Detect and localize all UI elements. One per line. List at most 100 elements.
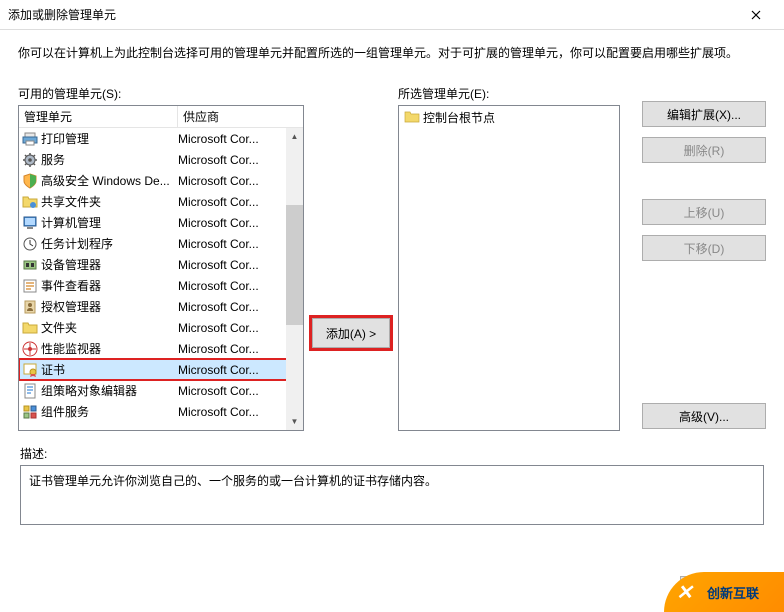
list-item[interactable]: 高级安全 Windows De...Microsoft Cor... (19, 170, 303, 191)
policy-icon (22, 383, 38, 399)
item-name: 组策略对象编辑器 (41, 382, 178, 399)
list-item[interactable]: 服务Microsoft Cor... (19, 149, 303, 170)
move-down-button[interactable]: 下移(D) (642, 235, 766, 261)
item-name: 证书 (41, 361, 178, 378)
scroll-track[interactable] (286, 145, 303, 413)
add-button[interactable]: 添加(A) > (312, 318, 390, 348)
col-header-vendor[interactable]: 供应商 (178, 106, 303, 127)
close-button[interactable] (736, 0, 776, 30)
tree-root-label: 控制台根节点 (423, 109, 495, 126)
item-icon (22, 383, 38, 399)
item-vendor: Microsoft Cor... (178, 237, 303, 251)
item-vendor: Microsoft Cor... (178, 258, 303, 272)
item-icon (22, 404, 38, 420)
description-label: 描述: (20, 445, 764, 462)
remove-button[interactable]: 删除(R) (642, 137, 766, 163)
item-icon (22, 194, 38, 210)
description-text: 证书管理单元允许你浏览自己的、一个服务的或一台计算机的证书存储内容。 (29, 474, 437, 488)
list-header: 管理单元 供应商 (19, 106, 303, 128)
item-vendor: Microsoft Cor... (178, 153, 303, 167)
folder-share-icon (22, 194, 38, 210)
list-item[interactable]: 事件查看器Microsoft Cor... (19, 275, 303, 296)
list-item[interactable]: 组策略对象编辑器Microsoft Cor... (19, 380, 303, 401)
list-item[interactable]: 打印管理Microsoft Cor... (19, 128, 303, 149)
item-icon (22, 299, 38, 315)
move-up-button[interactable]: 上移(U) (642, 199, 766, 225)
list-item[interactable]: 性能监视器Microsoft Cor... (19, 338, 303, 359)
item-name: 任务计划程序 (41, 235, 178, 252)
cert-icon (22, 362, 38, 378)
list-item[interactable]: 组件服务Microsoft Cor... (19, 401, 303, 422)
item-vendor: Microsoft Cor... (178, 342, 303, 356)
col-header-snapin[interactable]: 管理单元 (19, 106, 178, 127)
logo-icon: ✕ (676, 580, 693, 605)
item-icon (22, 341, 38, 357)
scroll-up-button[interactable]: ▲ (286, 128, 303, 145)
folder-icon (404, 109, 420, 125)
item-vendor: Microsoft Cor... (178, 300, 303, 314)
list-item[interactable]: 设备管理器Microsoft Cor... (19, 254, 303, 275)
watermark-text: 创新互联 (707, 583, 759, 602)
list-item[interactable]: 任务计划程序Microsoft Cor... (19, 233, 303, 254)
clock-icon (22, 236, 38, 252)
item-vendor: Microsoft Cor... (178, 195, 303, 209)
scroll-down-button[interactable]: ▼ (286, 413, 303, 430)
titlebar: 添加或删除管理单元 (0, 0, 784, 30)
description-box: 证书管理单元允许你浏览自己的、一个服务的或一台计算机的证书存储内容。 (20, 465, 764, 525)
item-icon (22, 215, 38, 231)
edit-extensions-button[interactable]: 编辑扩展(X)... (642, 101, 766, 127)
item-icon (22, 257, 38, 273)
item-name: 设备管理器 (41, 256, 178, 273)
list-item[interactable]: 授权管理器Microsoft Cor... (19, 296, 303, 317)
item-vendor: Microsoft Cor... (178, 405, 303, 419)
item-icon (22, 236, 38, 252)
computer-icon (22, 215, 38, 231)
window-title: 添加或删除管理单元 (8, 6, 736, 23)
item-icon (22, 152, 38, 168)
folder-icon (22, 320, 38, 336)
gear-icon (22, 152, 38, 168)
item-icon (22, 173, 38, 189)
event-icon (22, 278, 38, 294)
item-name: 组件服务 (41, 403, 178, 420)
item-icon (22, 278, 38, 294)
item-name: 文件夹 (41, 319, 178, 336)
instruction-text: 你可以在计算机上为此控制台选择可用的管理单元并配置所选的一组管理单元。对于可扩展… (18, 44, 766, 63)
auth-icon (22, 299, 38, 315)
list-item[interactable]: 共享文件夹Microsoft Cor... (19, 191, 303, 212)
list-item[interactable]: 文件夹Microsoft Cor... (19, 317, 303, 338)
perf-icon (22, 341, 38, 357)
item-name: 事件查看器 (41, 277, 178, 294)
printer-icon (22, 131, 38, 147)
scroll-thumb[interactable] (286, 205, 303, 325)
tree-root-item[interactable]: 控制台根节点 (401, 108, 617, 126)
item-icon (22, 320, 38, 336)
scrollbar[interactable]: ▲ ▼ (286, 128, 303, 430)
list-item[interactable]: 计算机管理Microsoft Cor... (19, 212, 303, 233)
selected-tree[interactable]: 控制台根节点 (398, 105, 620, 431)
selected-label: 所选管理单元(E): (398, 85, 620, 102)
component-icon (22, 404, 38, 420)
shield-icon (22, 173, 38, 189)
item-vendor: Microsoft Cor... (178, 132, 303, 146)
available-listbox[interactable]: 管理单元 供应商 打印管理Microsoft Cor...服务Microsoft… (18, 105, 304, 431)
item-vendor: Microsoft Cor... (178, 174, 303, 188)
item-name: 授权管理器 (41, 298, 178, 315)
watermark-logo: ✕ 创新互联 (664, 572, 784, 612)
item-vendor: Microsoft Cor... (178, 363, 303, 377)
available-label: 可用的管理单元(S): (18, 85, 304, 102)
close-icon (751, 10, 761, 20)
item-icon (22, 131, 38, 147)
item-vendor: Microsoft Cor... (178, 216, 303, 230)
item-name: 服务 (41, 151, 178, 168)
item-name: 共享文件夹 (41, 193, 178, 210)
item-vendor: Microsoft Cor... (178, 384, 303, 398)
add-button-highlight: 添加(A) > (309, 315, 393, 351)
item-name: 计算机管理 (41, 214, 178, 231)
item-icon (22, 362, 38, 378)
item-name: 高级安全 Windows De... (41, 172, 178, 189)
item-name: 性能监视器 (41, 340, 178, 357)
item-vendor: Microsoft Cor... (178, 279, 303, 293)
list-item[interactable]: 证书Microsoft Cor... (19, 359, 303, 380)
advanced-button[interactable]: 高级(V)... (642, 403, 766, 429)
